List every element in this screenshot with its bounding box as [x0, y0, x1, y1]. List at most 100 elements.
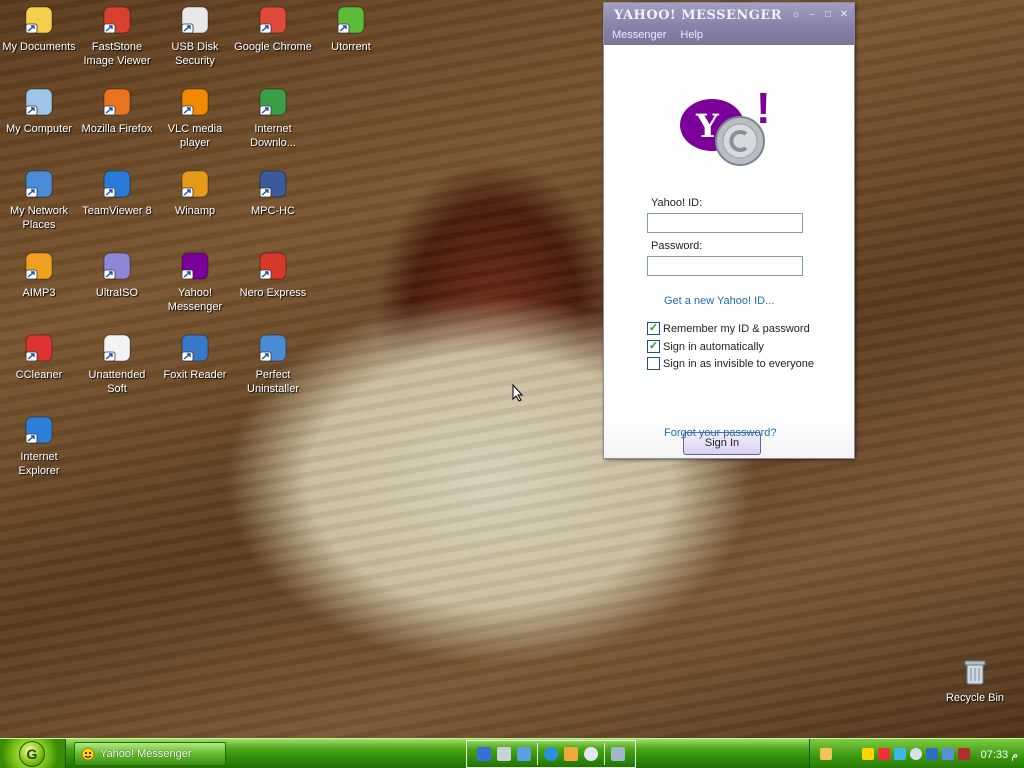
desktop-shortcut-label: Utorrent: [331, 41, 371, 53]
yahoo-smiley-icon: [81, 747, 95, 761]
desktop-shortcut-my-documents[interactable]: My Documents: [0, 4, 78, 54]
yahoo-messenger-window[interactable]: YAHOO! MESSENGER ☼ – □ ✕ Messenger Help …: [603, 2, 855, 459]
menu-help[interactable]: Help: [680, 29, 703, 41]
desktop-shortcut-ie[interactable]: Internet Explorer: [0, 414, 78, 478]
desktop-shortcut-teamviewer[interactable]: TeamViewer 8: [78, 168, 156, 218]
yahoo-id-label: Yahoo! ID:: [651, 197, 703, 209]
quick-launch-bar: [466, 740, 636, 768]
checkbox-checked-icon[interactable]: ✓: [647, 340, 660, 353]
document-icon: [101, 332, 133, 364]
desktop-shortcut-label: UltraISO: [95, 287, 139, 299]
yahoo-id-input[interactable]: [647, 213, 803, 233]
network-tray-icon[interactable]: [942, 748, 954, 760]
checkbox-unchecked-icon[interactable]: [647, 357, 660, 370]
recycle-bin[interactable]: Recycle Bin: [937, 656, 1013, 704]
start-orb-icon: G: [19, 741, 45, 767]
desktop-shortcut-label: Internet Downlo...: [250, 123, 296, 149]
password-input[interactable]: [647, 256, 803, 276]
yahoo-logo: Y !: [674, 84, 774, 175]
tray-app-icon[interactable]: [820, 748, 832, 760]
remember-label: Remember my ID & password: [663, 322, 810, 335]
close-button[interactable]: ✕: [838, 9, 850, 21]
invisible-label: Sign in as invisible to everyone: [663, 357, 815, 370]
desktop-shortcut-network-places[interactable]: My Network Places: [0, 168, 78, 232]
taskbar-item-yahoo-messenger[interactable]: Yahoo! Messenger: [74, 742, 226, 766]
quick-launch-separator: [537, 743, 538, 765]
desktop-shortcut-label: Internet Explorer: [18, 451, 60, 477]
desktop-shortcut-label: Foxit Reader: [163, 369, 227, 381]
invisible-checkbox[interactable]: Sign in as invisible to everyone: [647, 357, 814, 370]
desktop-shortcut-foxit[interactable]: Foxit Reader: [156, 332, 234, 382]
menu-bar: Messenger Help: [612, 29, 703, 41]
auto-signin-label: Sign in automatically: [663, 340, 764, 353]
security-icon[interactable]: [878, 748, 890, 760]
maximize-button[interactable]: □: [822, 9, 834, 21]
desktop-shortcut-idm[interactable]: Internet Downlo...: [234, 86, 312, 150]
desktop-shortcut-vlc[interactable]: VLC media player: [156, 86, 234, 150]
clock-app-icon[interactable]: [584, 747, 598, 761]
desktop-shortcut-winamp[interactable]: Winamp: [156, 168, 234, 218]
network-icon[interactable]: [517, 747, 531, 761]
utility-icon[interactable]: [910, 748, 922, 760]
desktop-shortcut-label: MPC-HC: [251, 205, 295, 217]
desktop-shortcut-label: Nero Express: [239, 287, 307, 299]
desktop-shortcut-my-computer[interactable]: My Computer: [0, 86, 78, 136]
system-tray: 07:33 م: [809, 739, 1024, 768]
desktop-shortcut-document[interactable]: Unattended Soft: [78, 332, 156, 396]
password-label: Password:: [651, 240, 703, 252]
mouse-cursor-icon: [512, 383, 524, 405]
chrome-icon: [257, 4, 289, 36]
taskbar-clock[interactable]: 07:33 م: [981, 748, 1018, 761]
explorer-icon[interactable]: [497, 747, 511, 761]
remember-checkbox[interactable]: ✓ Remember my ID & password: [647, 322, 810, 335]
update-icon[interactable]: [894, 748, 906, 760]
desktop-shortcut-aimp[interactable]: AIMP3: [0, 250, 78, 300]
checkbox-checked-icon[interactable]: ✓: [647, 322, 660, 335]
get-new-id-link[interactable]: Get a new Yahoo! ID...: [664, 295, 774, 307]
desktop-shortcut-nero[interactable]: Nero Express: [234, 250, 312, 300]
nero-icon: [257, 250, 289, 282]
shield-icon[interactable]: [862, 748, 874, 760]
show-desktop-icon[interactable]: [477, 747, 491, 761]
firefox-icon: [101, 86, 133, 118]
taskbar-item-label: Yahoo! Messenger: [100, 748, 192, 760]
aimp-icon: [23, 250, 55, 282]
window-titlebar[interactable]: YAHOO! MESSENGER ☼ – □ ✕ Messenger Help: [604, 3, 854, 45]
monitor-icon[interactable]: [926, 748, 938, 760]
taskbar: G Yahoo! Messenger 07:33 م: [0, 738, 1024, 768]
ie-icon: [23, 414, 55, 446]
desktop-shortcut-chrome[interactable]: Google Chrome: [234, 4, 312, 54]
minimize-button[interactable]: –: [806, 9, 818, 21]
desktop-shortcut-label: My Computer: [5, 123, 73, 135]
recycle-quick-icon[interactable]: [611, 747, 625, 761]
auto-signin-checkbox[interactable]: ✓ Sign in automatically: [647, 340, 764, 353]
desktop-shortcut-firefox[interactable]: Mozilla Firefox: [78, 86, 156, 136]
desktop-shortcut-ultraiso[interactable]: UltraISO: [78, 250, 156, 300]
forgot-password-link[interactable]: Forgot your password?: [664, 427, 777, 439]
desktop-shortcut-mpc-hc[interactable]: MPC-HC: [234, 168, 312, 218]
media-icon[interactable]: [564, 747, 578, 761]
desktop-shortcut-label: CCleaner: [15, 369, 63, 381]
desktop-shortcut-ccleaner[interactable]: CCleaner: [0, 332, 78, 382]
desktop-shortcut-label: Mozilla Firefox: [81, 123, 153, 135]
window-title: YAHOO! MESSENGER: [614, 8, 783, 23]
tray-spacer: [836, 748, 858, 760]
recycle-bin-icon: [959, 656, 991, 688]
network-places-icon: [23, 168, 55, 200]
browser-icon[interactable]: [544, 747, 558, 761]
desktop-shortcut-label: VLC media player: [167, 123, 223, 149]
desktop-shortcut-yahoo-messenger[interactable]: Yahoo! Messenger: [156, 250, 234, 314]
desktop-shortcut-label: Google Chrome: [234, 41, 312, 53]
desktop-shortcut-utorrent[interactable]: Utorrent: [312, 4, 390, 54]
winamp-icon: [179, 168, 211, 200]
vlc-icon: [179, 86, 211, 118]
start-button[interactable]: G: [0, 739, 66, 768]
desktop-shortcut-uninstaller[interactable]: Perfect Uninstaller: [234, 332, 312, 396]
settings-icon[interactable]: ☼: [790, 9, 802, 21]
desktop-shortcut-faststone[interactable]: FastStone Image Viewer: [78, 4, 156, 68]
desktop-shortcut-label: My Documents: [2, 41, 76, 53]
volume-icon[interactable]: [958, 748, 970, 760]
desktop-shortcut-usb-disk-security[interactable]: USB Disk Security: [156, 4, 234, 68]
desktop-shortcut-label: Perfect Uninstaller: [247, 369, 299, 395]
menu-messenger[interactable]: Messenger: [612, 29, 666, 41]
